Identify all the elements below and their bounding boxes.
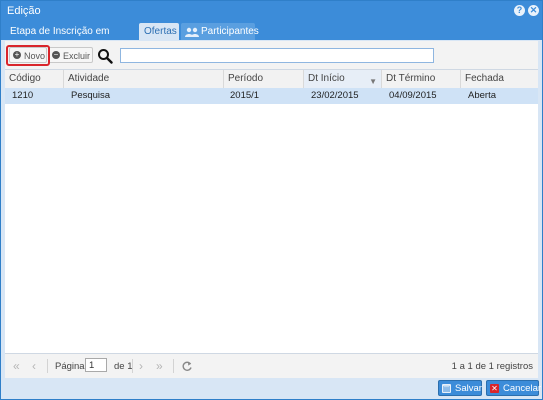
column-header-fechada[interactable]: Fechada	[461, 70, 538, 88]
cell-codigo: 1210	[12, 90, 34, 101]
table-row[interactable]: 1210 Pesquisa 2015/1 23/02/2015 04/09/20…	[5, 88, 538, 104]
pagination-bar: « ‹ Página 1 de 1 › » 1 a 1 de 1 registr…	[5, 353, 538, 378]
cell-atividade: Pesquisa	[71, 90, 111, 101]
cell-fechada: Aberta	[468, 90, 496, 101]
close-icon[interactable]: ✕	[528, 5, 539, 16]
grid-header: Código Atividade Período Dt Início ▼ Dt …	[5, 70, 538, 89]
dialog-title: Edição	[7, 5, 41, 17]
cell-dt-termino: 04/09/2015	[389, 90, 437, 101]
records-summary: 1 a 1 de 1 registros	[451, 361, 533, 372]
column-header-atividade[interactable]: Atividade	[64, 70, 224, 88]
cancel-button-label: Cancelar	[503, 383, 542, 394]
refresh-icon[interactable]	[181, 360, 193, 372]
cell-dt-inicio: 23/02/2015	[311, 90, 359, 101]
page-number-input[interactable]: 1	[85, 358, 107, 372]
edit-dialog: Edição ? ✕ Etapa de Inscrição em Discipl…	[0, 0, 543, 400]
divider	[47, 359, 48, 373]
column-header-periodo[interactable]: Período	[224, 70, 304, 88]
column-header-codigo[interactable]: Código	[5, 70, 64, 88]
dialog-titlebar: Edição ? ✕	[1, 1, 542, 21]
save-button[interactable]: ▤ Salvar	[438, 380, 482, 396]
last-page-icon[interactable]: »	[156, 359, 163, 373]
tab-participantes[interactable]: Participantes	[181, 23, 259, 40]
column-header-dt-inicio[interactable]: Dt Início ▼	[304, 70, 382, 88]
cell-periodo: 2015/1	[230, 90, 260, 101]
save-icon: ▤	[442, 384, 451, 393]
tab-label: Ofertas	[144, 26, 177, 37]
tab-etapa-inscricao[interactable]: Etapa de Inscrição em Disciplina	[5, 23, 137, 54]
prev-page-icon[interactable]: ‹	[32, 359, 36, 373]
next-page-icon[interactable]: ›	[139, 359, 143, 373]
first-page-icon[interactable]: «	[13, 359, 20, 373]
help-icon[interactable]: ?	[514, 5, 525, 16]
new-button-highlight	[6, 45, 50, 66]
column-header-dt-termino[interactable]: Dt Término	[382, 70, 461, 88]
page-label: Página	[55, 361, 85, 372]
save-button-label: Salvar	[455, 383, 482, 394]
tab-label: Participantes	[201, 26, 259, 37]
cancel-button[interactable]: ✕ Cancelar	[486, 380, 542, 396]
dialog-footer: ▤ Salvar ✕ Cancelar	[1, 378, 542, 399]
search-icon[interactable]	[97, 48, 113, 64]
delete-button[interactable]: − Excluir	[48, 47, 93, 63]
people-icon	[185, 27, 199, 37]
column-header-label: Dt Início	[308, 73, 345, 84]
delete-button-label: Excluir	[63, 51, 91, 61]
offers-grid: Código Atividade Período Dt Início ▼ Dt …	[5, 70, 538, 353]
minus-icon: −	[52, 50, 60, 59]
search-input[interactable]	[120, 48, 434, 63]
cancel-icon: ✕	[490, 384, 499, 393]
tab-ofertas[interactable]: Ofertas	[139, 23, 179, 40]
divider	[132, 359, 133, 373]
divider	[173, 359, 174, 373]
page-count-label: de 1	[114, 361, 133, 372]
tab-strip: Etapa de Inscrição em Disciplina Ofertas…	[1, 21, 542, 54]
